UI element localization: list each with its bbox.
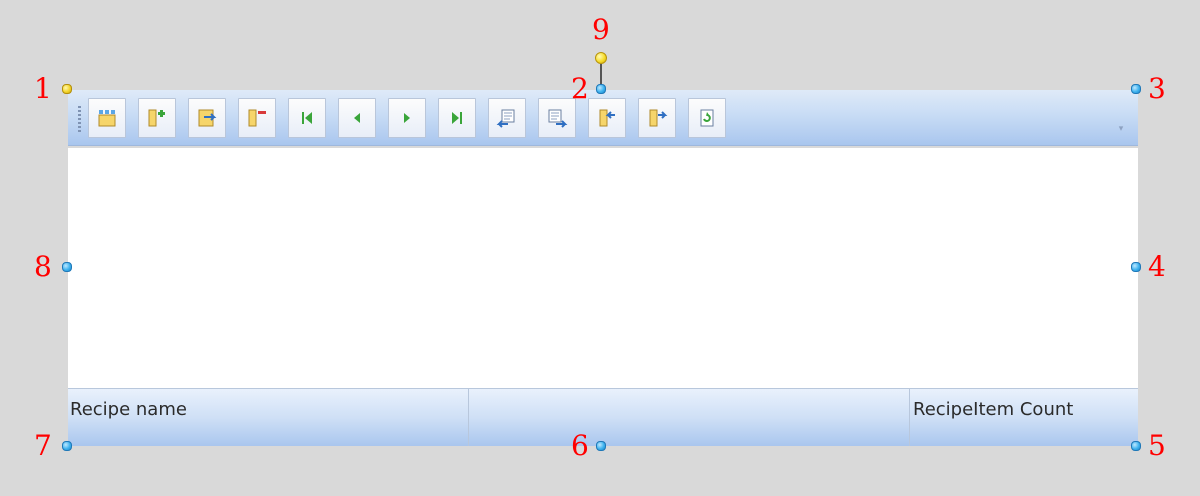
previous-record-button[interactable] [338, 98, 376, 138]
import-icon [496, 109, 515, 128]
last-record-button[interactable] [438, 98, 476, 138]
resize-handle-left[interactable] [62, 262, 72, 272]
import-button[interactable] [488, 98, 526, 138]
recipe-grid-body[interactable] [68, 148, 1138, 388]
callout-8: 8 [34, 250, 52, 283]
toolbar-overflow-icon[interactable]: ▾ [1116, 124, 1126, 134]
footer-divider [468, 389, 469, 446]
rotate-handle-stem [600, 64, 602, 84]
add-row-icon [148, 109, 165, 127]
resize-handle-top-left[interactable] [62, 84, 72, 94]
toolbar-grip[interactable] [78, 106, 81, 132]
footer-divider [909, 389, 910, 446]
delete-row-icon [248, 109, 266, 127]
recipe-view-control[interactable]: ▾ Recipe name RecipeItem Count [68, 90, 1138, 446]
first-record-button[interactable] [288, 98, 326, 138]
first-record-icon [302, 112, 312, 124]
move-in-icon [599, 109, 615, 127]
callout-3: 3 [1148, 72, 1166, 105]
callout-5: 5 [1148, 429, 1166, 462]
add-row-button[interactable] [138, 98, 176, 138]
edit-row-icon [198, 109, 217, 127]
resize-handle-right[interactable] [1131, 262, 1141, 272]
recipe-item-count-label: RecipeItem Count [913, 399, 1074, 420]
callout-1: 1 [34, 72, 52, 105]
resize-handle-top-right[interactable] [1131, 84, 1141, 94]
move-out-button[interactable] [638, 98, 676, 138]
move-out-icon [649, 109, 668, 127]
callout-7: 7 [34, 429, 52, 462]
callout-6: 6 [571, 429, 589, 462]
insert-button[interactable] [88, 98, 126, 138]
last-record-icon [452, 112, 462, 124]
recipe-name-label: Recipe name [70, 399, 187, 420]
next-record-button[interactable] [388, 98, 426, 138]
callout-4: 4 [1148, 250, 1166, 283]
footer-middle-cell [470, 389, 908, 446]
recipe-status-bar: Recipe name RecipeItem Count [68, 388, 1138, 446]
recipe-toolbar: ▾ [68, 90, 1138, 146]
resize-handle-top[interactable] [596, 84, 606, 94]
callout-9: 9 [592, 13, 610, 46]
next-record-icon [404, 113, 410, 123]
resize-handle-bottom-left[interactable] [62, 441, 72, 451]
refresh-button[interactable] [688, 98, 726, 138]
callout-2: 2 [571, 72, 589, 105]
resize-handle-bottom-right[interactable] [1131, 441, 1141, 451]
rotate-handle[interactable] [595, 52, 607, 64]
insert-icon [98, 110, 116, 127]
edit-row-button[interactable] [188, 98, 226, 138]
move-in-button[interactable] [588, 98, 626, 138]
delete-row-button[interactable] [238, 98, 276, 138]
refresh-icon [700, 109, 714, 127]
resize-handle-bottom[interactable] [596, 441, 606, 451]
previous-record-icon [354, 113, 360, 123]
export-icon [548, 109, 568, 128]
